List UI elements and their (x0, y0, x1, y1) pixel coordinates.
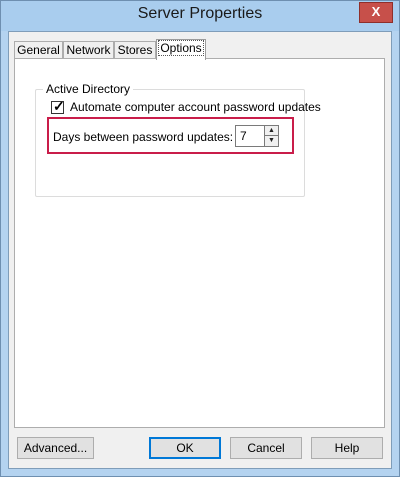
server-properties-dialog: Server Properties X General Network Stor… (0, 0, 400, 477)
spin-down-icon[interactable]: ▼ (264, 136, 278, 146)
automate-password-checkbox[interactable]: ✓ (51, 98, 65, 114)
advanced-button[interactable]: Advanced... (17, 437, 94, 459)
spin-up-icon[interactable]: ▲ (264, 126, 278, 136)
automate-password-label[interactable]: Automate computer account password updat… (70, 100, 321, 114)
dialog-body: General Network Stores Options Active Di… (8, 31, 392, 469)
tab-general[interactable]: General (14, 41, 63, 58)
days-stepper-value[interactable]: 7 (240, 129, 247, 143)
cancel-button[interactable]: Cancel (230, 437, 302, 459)
days-between-updates-label: Days between password updates: (53, 130, 234, 144)
title-bar[interactable]: Server Properties X (1, 1, 399, 31)
active-directory-group-label: Active Directory (43, 82, 134, 96)
days-stepper[interactable]: 7 ▲ ▼ (235, 125, 279, 147)
window-title: Server Properties (137, 5, 263, 22)
help-button[interactable]: Help (311, 437, 383, 459)
tab-options[interactable]: Options (156, 39, 206, 60)
checkmark-icon: ✓ (53, 98, 65, 114)
close-button[interactable]: X (359, 2, 393, 23)
tab-network[interactable]: Network (63, 41, 114, 58)
ok-button[interactable]: OK (149, 437, 221, 459)
tab-stores[interactable]: Stores (114, 41, 156, 58)
